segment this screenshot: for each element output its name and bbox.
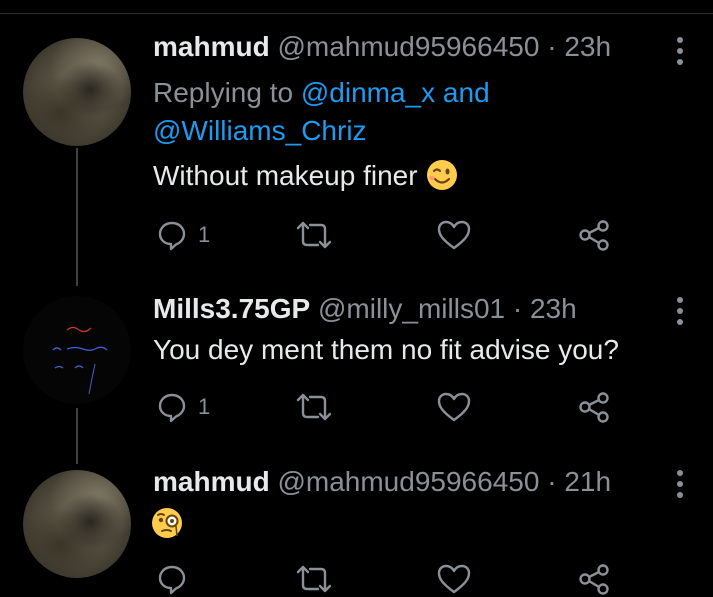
- heart-icon: [437, 391, 471, 423]
- like-button[interactable]: [437, 389, 471, 425]
- retweet-icon: [296, 391, 332, 423]
- heart-icon: [437, 219, 471, 251]
- separator: ·: [547, 31, 557, 62]
- tweet-text: You dey ment them no fit advise you?: [153, 334, 619, 365]
- display-name[interactable]: Mills3.75GP: [153, 293, 310, 324]
- more-options-icon[interactable]: [670, 36, 690, 66]
- retweet-button[interactable]: [296, 217, 332, 253]
- share-icon: [578, 219, 610, 251]
- display-name[interactable]: mahmud: [153, 466, 270, 497]
- share-button[interactable]: [578, 217, 610, 253]
- reply-icon: [156, 391, 188, 423]
- user-handle[interactable]: @mahmud95966450: [277, 466, 539, 497]
- retweet-icon: [296, 219, 332, 251]
- separator: ·: [547, 466, 557, 497]
- top-divider: [0, 13, 713, 14]
- avatar[interactable]: [23, 38, 131, 146]
- tweet-actions: [150, 561, 620, 597]
- reply-button[interactable]: [156, 561, 188, 597]
- winking-face-icon: [426, 159, 458, 191]
- heart-icon: [437, 563, 471, 595]
- tweet-text: Without makeup finer: [153, 159, 458, 193]
- face-with-monocle-icon: [150, 506, 184, 540]
- reply-count: 1: [198, 222, 211, 247]
- like-button[interactable]: [437, 217, 471, 253]
- timestamp[interactable]: 23h: [530, 293, 577, 324]
- timestamp[interactable]: 21h: [564, 466, 611, 497]
- tweet-actions: 1: [150, 217, 620, 253]
- more-options-icon[interactable]: [670, 469, 690, 499]
- tweet-header: mahmud @mahmud95966450 · 21h: [153, 465, 611, 499]
- reply-button[interactable]: 1: [156, 389, 210, 425]
- avatar[interactable]: [23, 470, 131, 578]
- reply-icon: [156, 563, 188, 595]
- timestamp[interactable]: 23h: [564, 31, 611, 62]
- replying-to: Replying to @dinma_x and @Williams_Chriz: [153, 74, 490, 150]
- share-icon: [578, 391, 610, 423]
- reply-icon: [156, 219, 188, 251]
- tweet-text: [150, 506, 184, 540]
- reply-button[interactable]: 1: [156, 217, 210, 253]
- user-handle[interactable]: @mahmud95966450: [277, 31, 539, 62]
- retweet-icon: [296, 563, 332, 595]
- share-button[interactable]: [578, 389, 610, 425]
- replying-prefix: Replying to: [153, 77, 294, 108]
- mention-link[interactable]: @Williams_Chriz: [153, 115, 367, 146]
- tweet-header: Mills3.75GP @milly_mills01 · 23h: [153, 292, 577, 326]
- mention-link[interactable]: @dinma_x: [301, 77, 435, 108]
- like-button[interactable]: [437, 561, 471, 597]
- separator: ·: [512, 293, 523, 324]
- thread-line: [76, 148, 78, 286]
- mention-conjunction: and: [442, 77, 490, 108]
- display-name[interactable]: mahmud: [153, 31, 270, 62]
- avatar[interactable]: [23, 296, 131, 404]
- share-button[interactable]: [578, 561, 610, 597]
- tweet-actions: 1: [150, 389, 620, 425]
- user-handle[interactable]: @milly_mills01: [318, 293, 505, 324]
- share-icon: [578, 563, 610, 595]
- tweet-header: mahmud @mahmud95966450 · 23h: [153, 30, 611, 64]
- retweet-button[interactable]: [296, 561, 332, 597]
- thread-line: [76, 408, 78, 464]
- retweet-button[interactable]: [296, 389, 332, 425]
- more-options-icon[interactable]: [670, 296, 690, 326]
- reply-count: 1: [198, 394, 211, 419]
- tweet-text-content: Without makeup finer: [153, 160, 418, 191]
